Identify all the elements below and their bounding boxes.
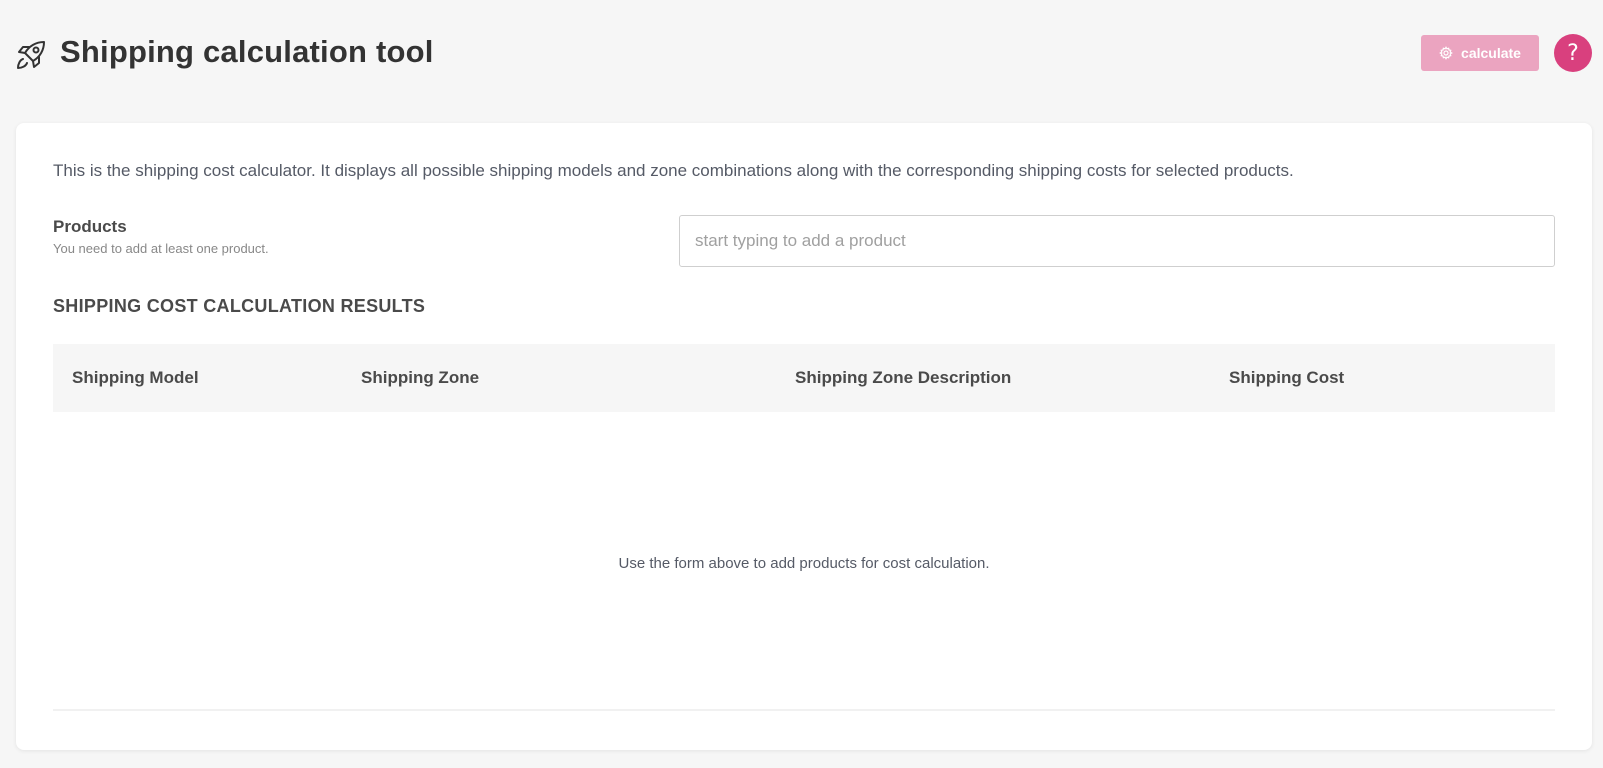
calculate-button[interactable]: calculate (1421, 35, 1539, 71)
page-title: Shipping calculation tool (60, 34, 434, 69)
column-shipping-zone: Shipping Zone (361, 368, 480, 387)
gear-icon (1439, 46, 1453, 60)
calculator-card: This is the shipping cost calculator. It… (16, 123, 1592, 750)
column-shipping-model: Shipping Model (72, 368, 199, 387)
help-button[interactable]: ? (1554, 34, 1592, 72)
products-label: Products (53, 217, 127, 236)
column-shipping-cost: Shipping Cost (1229, 368, 1345, 387)
page-header: Shipping calculation tool calculate ? (0, 0, 1603, 110)
calculate-button-label: calculate (1461, 45, 1521, 61)
intro-text: This is the shipping cost calculator. It… (53, 161, 1294, 180)
results-heading: SHIPPING COST CALCULATION RESULTS (53, 296, 426, 316)
empty-results-message: Use the form above to add products for c… (618, 555, 990, 572)
rocket-icon (17, 41, 45, 69)
table-divider (53, 709, 1555, 711)
product-search-input[interactable] (679, 215, 1555, 267)
column-shipping-zone-description: Shipping Zone Description (795, 368, 1012, 387)
results-table-header: Shipping Model Shipping Zone Shipping Zo… (53, 344, 1555, 412)
products-hint: You need to add at least one product. (53, 241, 269, 256)
